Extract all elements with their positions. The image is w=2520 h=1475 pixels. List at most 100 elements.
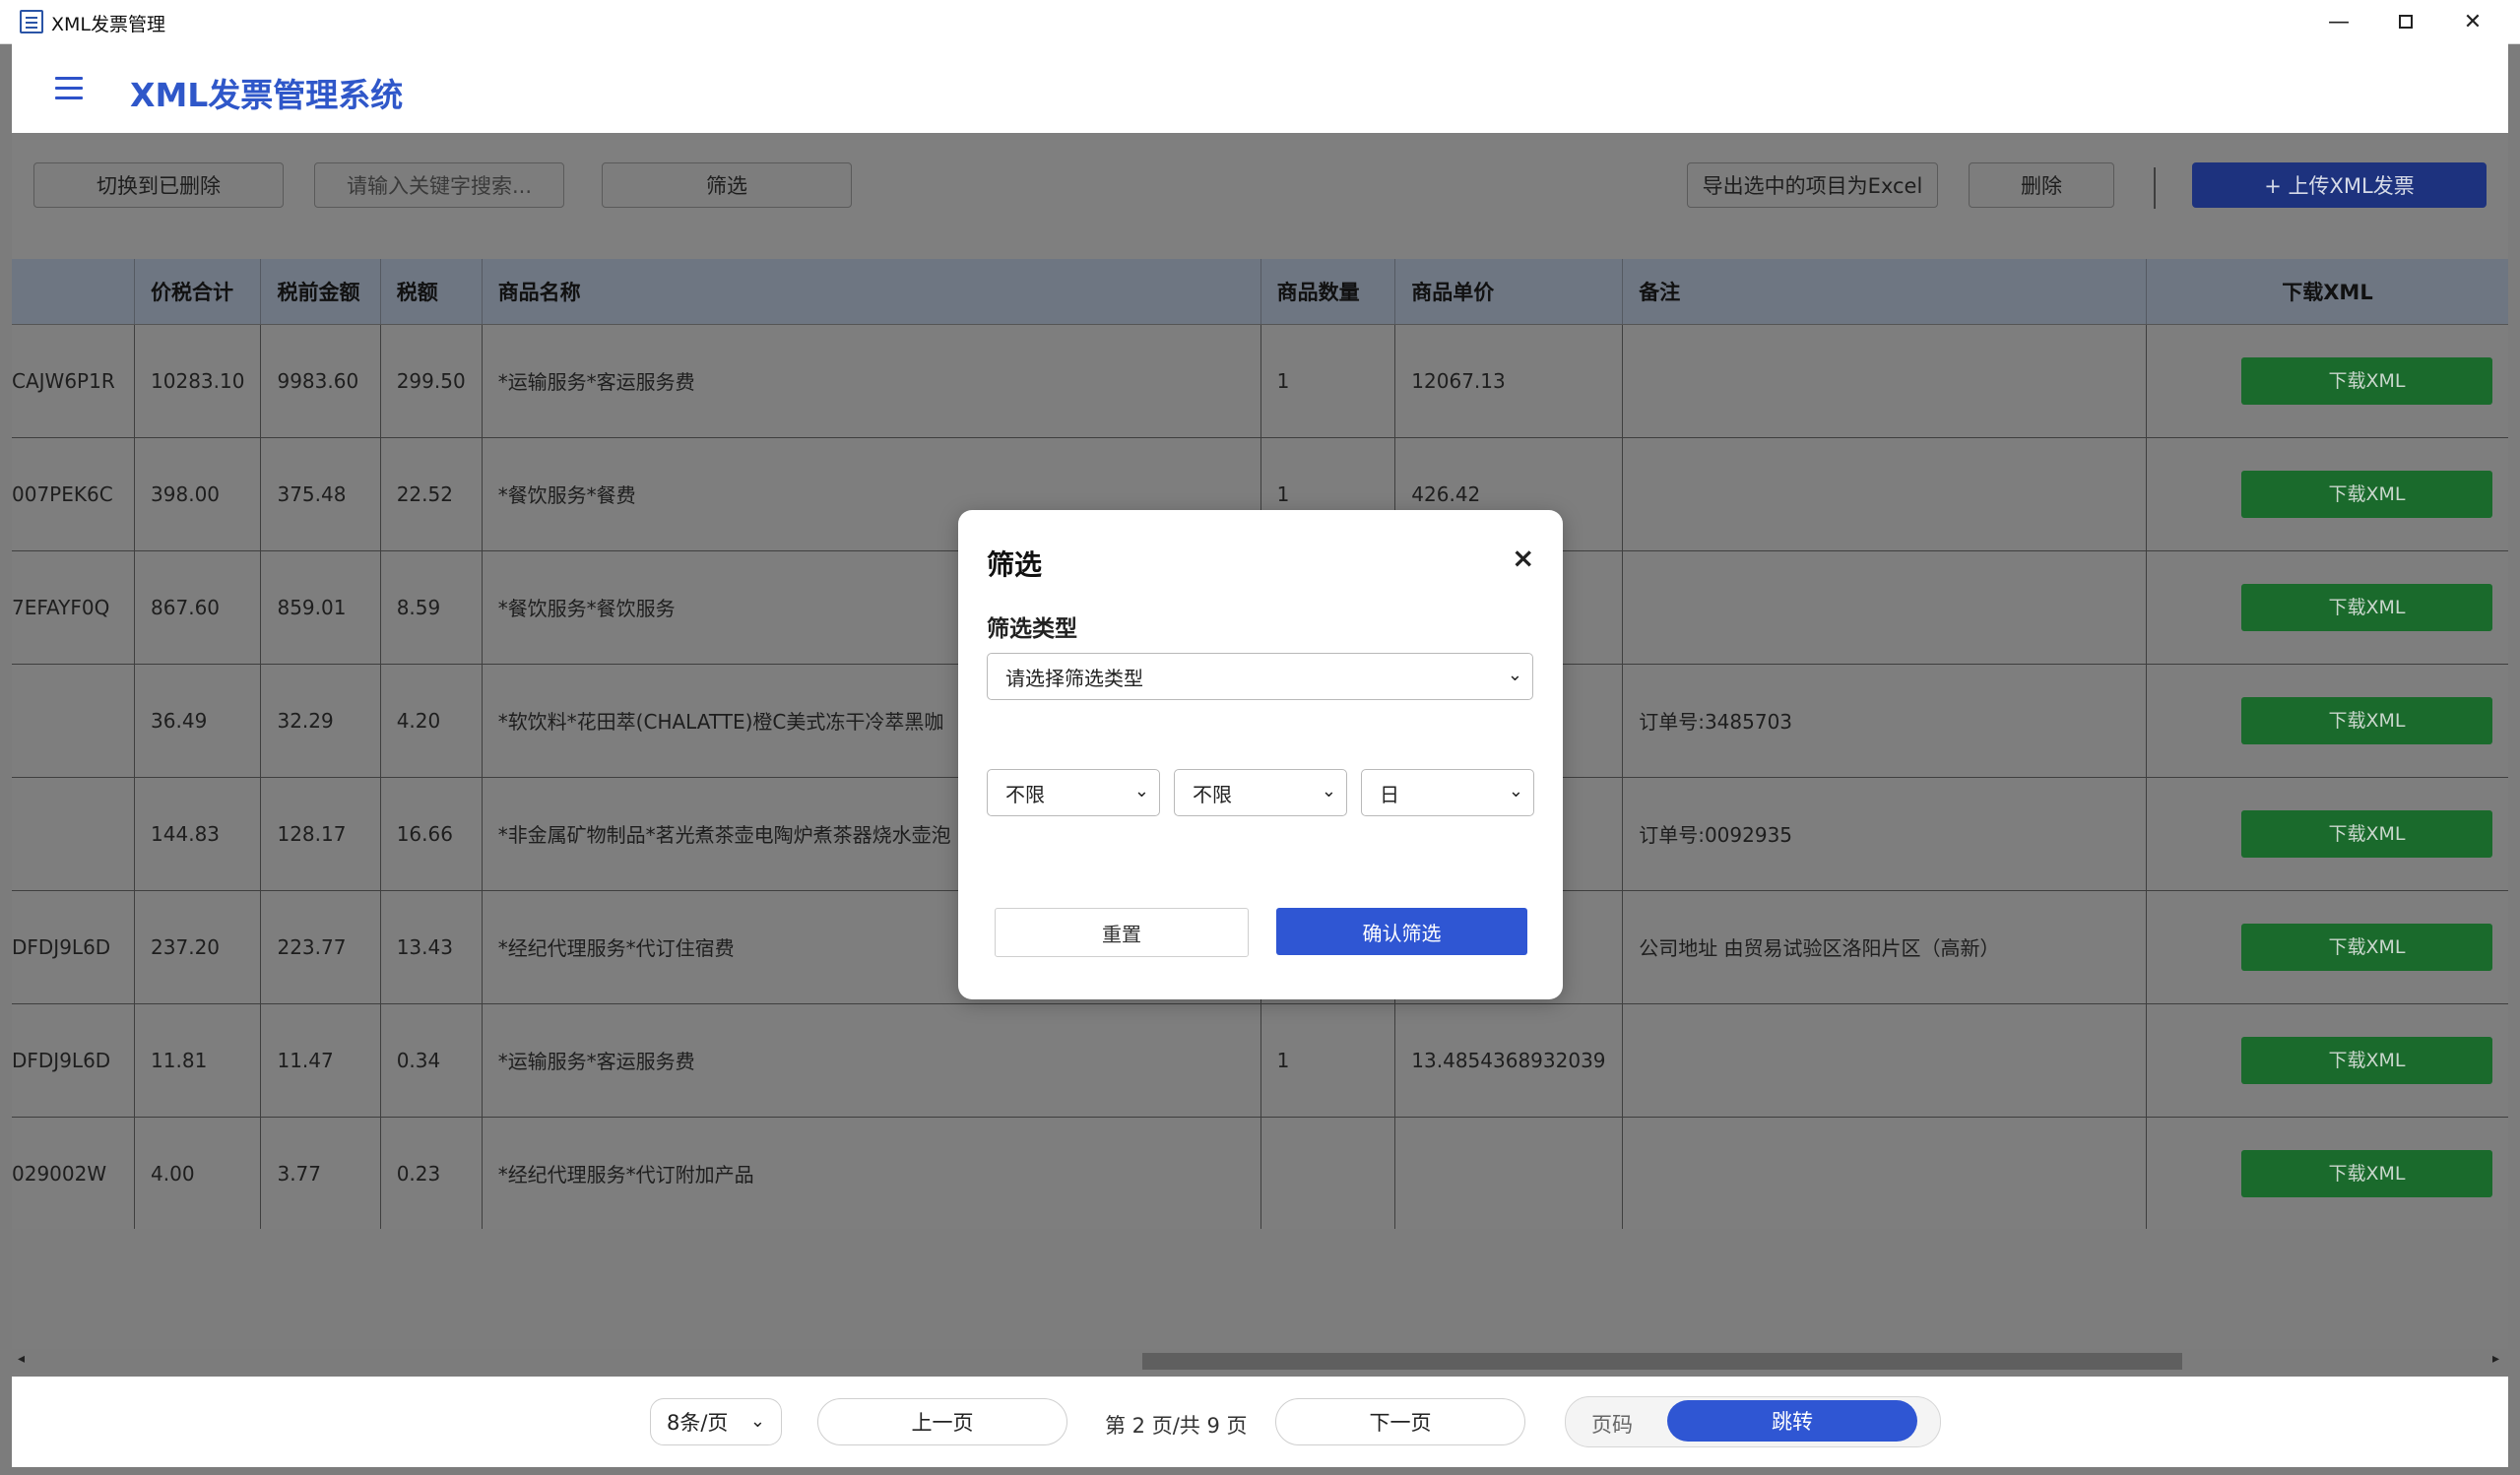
switch-deleted-button[interactable]: 切换到已删除 [33, 162, 284, 208]
minimize-button[interactable]: — [2304, 0, 2373, 43]
scroll-left-icon[interactable]: ◂ [18, 1351, 25, 1367]
download-xml-button[interactable]: 下载XML [2240, 470, 2492, 518]
col-header[interactable]: 商品单价 [1394, 259, 1624, 325]
table-cell: 0.34 [380, 1003, 483, 1118]
table-cell: 1 [1260, 1003, 1396, 1118]
table-cell [12, 777, 136, 891]
year-select[interactable]: 不限 ⌄ [987, 769, 1160, 816]
horizontal-scrollbar[interactable]: ◂ ▸ [12, 1349, 2508, 1373]
table-cell: 公司地址 由贸易试验区洛阳片区（高新） [1622, 890, 2147, 1004]
toolbar-divider [2154, 167, 2156, 209]
col-header[interactable]: 税前金额 [260, 259, 381, 325]
table-cell: 3.77 [260, 1117, 381, 1229]
app-header: XML发票管理系统 [12, 43, 2508, 133]
close-window-button[interactable]: ✕ [2438, 0, 2507, 43]
download-cell: 下载XML [2146, 324, 2508, 438]
download-xml-button[interactable]: 下载XML [2240, 583, 2492, 631]
prev-page-button[interactable]: 上一页 [817, 1398, 1067, 1445]
col-header[interactable]: 备注 [1622, 259, 2147, 325]
table-cell: 237.20 [134, 890, 262, 1004]
filter-type-label: 筛选类型 [987, 616, 1077, 642]
table-cell: 11.81 [134, 1003, 262, 1118]
export-excel-button[interactable]: 导出选中的项目为Excel [1687, 162, 1938, 208]
maximize-icon [2399, 15, 2413, 29]
page-number-input[interactable]: 页码 [1578, 1409, 1647, 1439]
table-cell: 398.00 [134, 437, 262, 551]
table-cell [1622, 550, 2147, 665]
col-header [12, 259, 136, 325]
menu-icon[interactable] [55, 77, 83, 100]
download-xml-button[interactable]: 下载XML [2240, 696, 2492, 744]
dialog-title: 筛选 [987, 548, 1043, 581]
col-header[interactable]: 商品数量 [1260, 259, 1396, 325]
download-cell: 下载XML [2146, 550, 2508, 665]
table-cell: 0.23 [380, 1117, 483, 1229]
table-cell: 22.52 [380, 437, 483, 551]
table-cell: 029002W [12, 1117, 136, 1229]
download-xml-button[interactable]: 下载XML [2240, 1036, 2492, 1084]
close-icon[interactable]: × [1512, 542, 1534, 574]
download-xml-button[interactable]: 下载XML [2240, 356, 2492, 405]
table-cell: 299.50 [380, 324, 483, 438]
table-cell: DFDJ9L6D [12, 1003, 136, 1118]
filter-button[interactable]: 筛选 [602, 162, 852, 208]
scrollbar-thumb[interactable] [1142, 1353, 2182, 1370]
table-cell [1622, 324, 2147, 438]
app-icon [20, 10, 43, 33]
table-cell: 4.00 [134, 1117, 262, 1229]
chevron-down-icon: ⌄ [1321, 781, 1336, 802]
toolbar: 切换到已删除 请输入关键字搜索... 筛选 导出选中的项目为Excel 删除 +… [12, 133, 2508, 259]
table-cell: 375.48 [260, 437, 381, 551]
table-cell: 859.01 [260, 550, 381, 665]
download-cell: 下载XML [2146, 1117, 2508, 1229]
window-titlebar: XML发票管理 — ✕ [0, 0, 2520, 44]
day-value: 日 [1380, 782, 1399, 806]
scroll-right-icon[interactable]: ▸ [2492, 1351, 2499, 1367]
delete-button[interactable]: 删除 [1969, 162, 2114, 208]
app-title: XML发票管理系统 [130, 76, 404, 114]
col-header[interactable]: 商品名称 [482, 259, 1261, 325]
upload-xml-button[interactable]: + 上传XML发票 [2192, 162, 2487, 208]
table-cell: 8.59 [380, 550, 483, 665]
page-size-select[interactable]: 8条/页 ⌄ [650, 1398, 782, 1445]
reset-button[interactable]: 重置 [995, 908, 1249, 957]
table-cell [12, 664, 136, 778]
col-header: 下载XML [2146, 259, 2508, 325]
col-header[interactable]: 税额 [380, 259, 483, 325]
download-xml-button[interactable]: 下载XML [2240, 1149, 2492, 1197]
table-cell: 13.4854368932039 [1394, 1003, 1624, 1118]
table-header-row: 价税合计 税前金额 税额 商品名称 商品数量 商品单价 备注 下载XML [12, 259, 2508, 325]
table-cell: 订单号:0092935 [1622, 777, 2147, 891]
day-select[interactable]: 日 ⌄ [1361, 769, 1534, 816]
table-cell: CAJW6P1R [12, 324, 136, 438]
table-cell: 1 [1260, 324, 1396, 438]
table-cell: 144.83 [134, 777, 262, 891]
pagination-bar: 8条/页 ⌄ 上一页 第 2 页/共 9 页 下一页 页码 跳转 [12, 1377, 2508, 1467]
confirm-filter-button[interactable]: 确认筛选 [1276, 908, 1527, 955]
table-row[interactable]: CAJW6P1R 10283.10 9983.60 299.50 *运输服务*客运服务费… [12, 324, 2508, 438]
page-info: 第 2 页/共 9 页 [1105, 1414, 1248, 1438]
table-cell: DFDJ9L6D [12, 890, 136, 1004]
next-page-button[interactable]: 下一页 [1275, 1398, 1525, 1445]
table-cell [1622, 437, 2147, 551]
download-xml-button[interactable]: 下载XML [2240, 923, 2492, 971]
month-value: 不限 [1193, 782, 1232, 806]
maximize-button[interactable] [2371, 0, 2440, 43]
jump-button[interactable]: 跳转 [1667, 1400, 1917, 1442]
table-cell: 867.60 [134, 550, 262, 665]
download-cell: 下载XML [2146, 890, 2508, 1004]
table-row[interactable]: DFDJ9L6D 11.81 11.47 0.34 *运输服务*客运服务费 1 13.485… [12, 1003, 2508, 1118]
table-cell: 16.66 [380, 777, 483, 891]
filter-type-select[interactable]: 请选择筛选类型 ⌄ [987, 653, 1533, 700]
month-select[interactable]: 不限 ⌄ [1174, 769, 1347, 816]
col-header[interactable]: 价税合计 [134, 259, 262, 325]
table-cell [1622, 1003, 2147, 1118]
table-cell: 223.77 [260, 890, 381, 1004]
table-row[interactable]: 029002W 4.00 3.77 0.23 *经纪代理服务*代订附加产品 下载XML [12, 1117, 2508, 1229]
download-cell: 下载XML [2146, 437, 2508, 551]
download-xml-button[interactable]: 下载XML [2240, 809, 2492, 858]
table-cell: 11.47 [260, 1003, 381, 1118]
search-input[interactable]: 请输入关键字搜索... [314, 162, 564, 208]
table-cell [1394, 1117, 1624, 1229]
chevron-down-icon: ⌄ [1507, 665, 1522, 685]
